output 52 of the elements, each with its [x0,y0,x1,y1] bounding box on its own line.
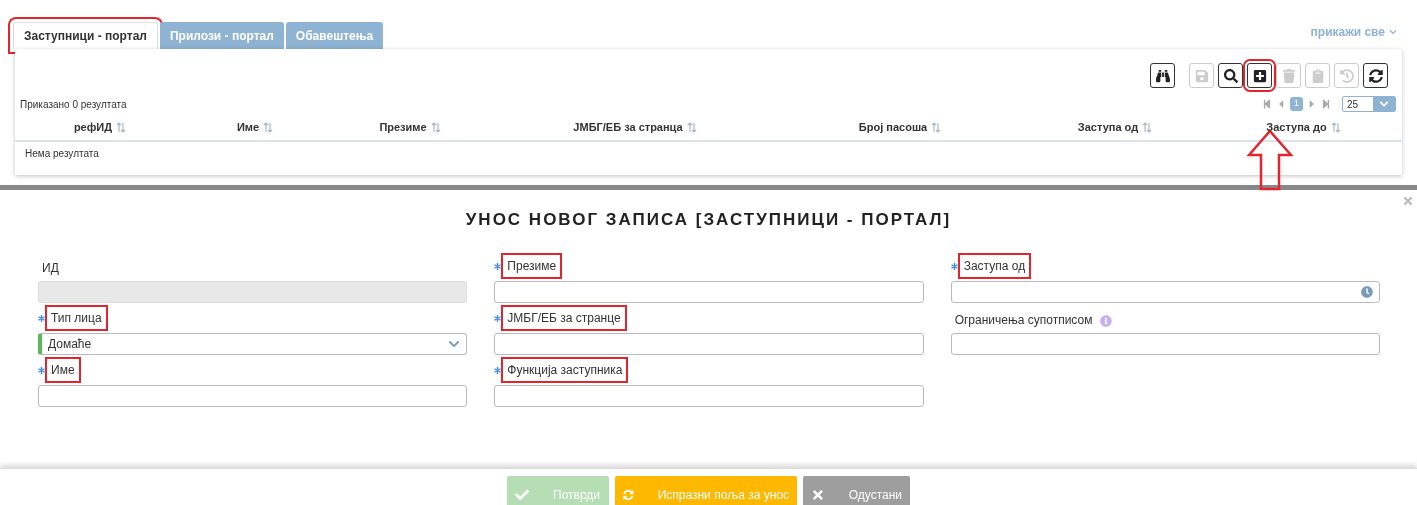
close-icon [811,487,825,502]
datetime-field[interactable] [950,280,1380,303]
result-count: Приказано 0 резултата [20,97,127,112]
field-label: Ограничења супотписом [953,311,1094,329]
column-header[interactable]: ЈМБГ/ЕБ за странца [573,119,683,136]
input-field[interactable] [494,332,924,355]
chevron-down-icon [1379,99,1389,109]
field-label: Име [47,358,79,381]
toolbar-button[interactable] [1150,63,1175,88]
save-icon [1194,68,1209,83]
input-field[interactable] [494,384,924,407]
field-label: Презиме [503,254,561,277]
empty-message: Нема резултата [25,146,99,161]
sort-icon [430,122,441,133]
sort-icon [686,122,697,133]
field-label: ЈМБГ/ЕБ за странце [503,306,625,329]
toolbar-button[interactable] [1218,63,1243,88]
refresh-icon [1368,68,1383,83]
sort-icon [116,122,127,133]
first-page-icon[interactable] [1262,99,1272,109]
clipboard-icon [1310,68,1325,83]
last-page-icon[interactable] [1321,99,1331,109]
toolbar-button[interactable] [1363,63,1388,88]
field-label: Функција заступника [503,358,627,381]
binoculars-icon [1155,68,1170,83]
column-header[interactable]: Презиме [379,119,427,136]
column-header[interactable]: Заступа од [1077,119,1139,136]
column-header[interactable]: Име [236,119,260,136]
chevron-down-icon [1389,28,1397,36]
trash-icon [1281,68,1296,83]
select-field[interactable]: Домаће [38,332,468,355]
column-header[interactable]: Број пасоша [858,119,928,136]
history-icon [1339,68,1354,83]
field-label: Заступа од [959,254,1030,277]
field-label: Тип лица [47,306,106,329]
sort-icon [263,122,274,133]
search-icon [1223,68,1238,83]
sort-icon [931,122,942,133]
dialog-title: УНОС НОВОГ ЗАПИСА [ЗАСТУПНИЦИ - ПОРТАЛ] [464,209,953,231]
sort-icon [1142,122,1153,133]
close-icon[interactable] [1402,195,1414,207]
input-field[interactable] [950,332,1380,355]
field-label: ИД [41,259,60,277]
clock-icon [1361,285,1373,298]
page-size-select[interactable]: 25 [1342,96,1396,112]
sort-icon [1330,122,1341,133]
refresh-icon [623,487,634,502]
input-field[interactable] [38,384,468,407]
column-header[interactable]: рефИД [73,119,113,136]
input-field[interactable] [494,280,924,303]
column-header[interactable]: Заступа до [1266,119,1327,136]
check-icon [515,487,529,502]
